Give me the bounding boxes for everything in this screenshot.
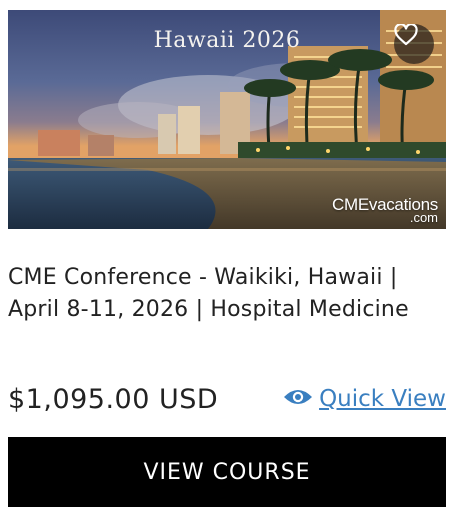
watermark-logo: CMEvacations .com — [326, 195, 438, 225]
eye-icon — [283, 387, 313, 411]
product-price: $1,095.00 USD — [8, 384, 219, 415]
product-title[interactable]: CME Conference - Waikiki, Hawaii | April… — [8, 262, 452, 326]
quick-view-label: Quick View — [319, 386, 446, 412]
favorite-button[interactable] — [394, 24, 434, 64]
image-title: Hawaii 2026 — [153, 28, 301, 53]
product-image[interactable]: Hawaii 2026 CMEvacations .com — [8, 10, 446, 229]
watermark-sub: .com — [409, 210, 438, 225]
product-card: Hawaii 2026 CMEvacations .com CME Confer… — [0, 0, 460, 522]
quick-view-link[interactable]: Quick View — [283, 386, 446, 412]
view-course-button[interactable]: VIEW COURSE — [8, 437, 446, 507]
